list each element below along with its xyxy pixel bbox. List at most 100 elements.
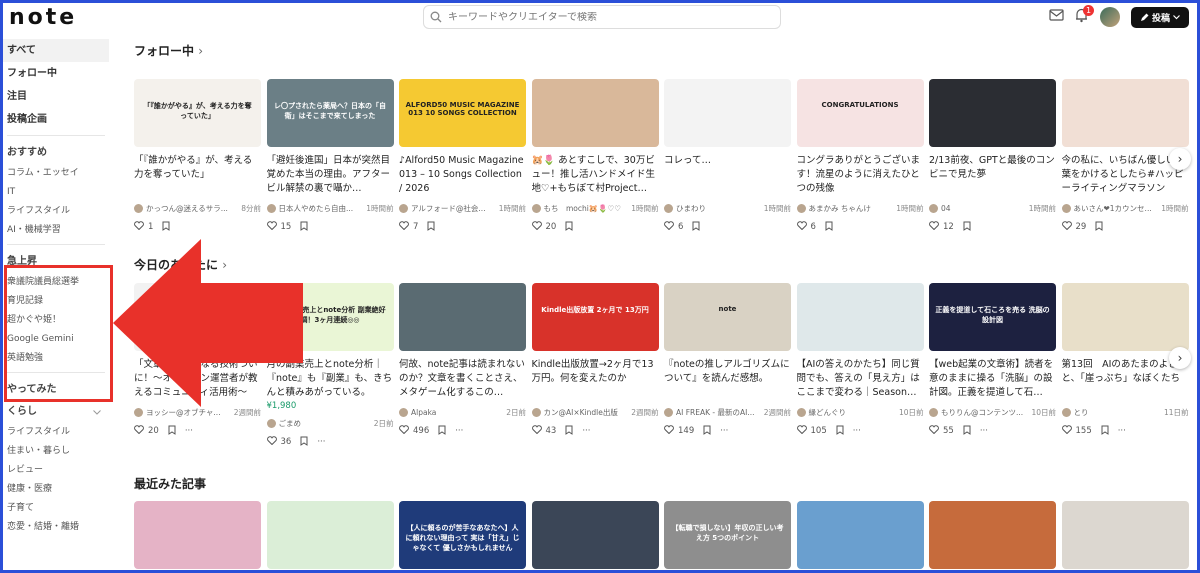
heart-icon[interactable] — [664, 425, 674, 437]
author-avatar[interactable] — [134, 203, 143, 213]
author-name[interactable]: かっつん@迷えるサラ... — [146, 203, 228, 214]
author-name[interactable]: ヨッシー@オブチャ... — [146, 407, 221, 418]
bookmark-icon[interactable] — [161, 221, 171, 234]
bookmark-icon[interactable] — [835, 425, 845, 438]
sidebar-item-review[interactable]: レビュー — [3, 461, 109, 480]
article-card[interactable] — [134, 501, 261, 569]
heart-icon[interactable] — [531, 221, 542, 233]
search-input[interactable] — [448, 11, 748, 23]
bookmark-icon[interactable] — [299, 436, 309, 449]
article-thumbnail[interactable]: CONGRATULATIONS — [796, 79, 924, 147]
scroll-right-button[interactable]: › — [1169, 148, 1191, 170]
sidebar-item-contests[interactable]: 投稿企画 — [3, 108, 109, 131]
article-thumbnail[interactable] — [1061, 283, 1189, 351]
heart-icon[interactable] — [266, 221, 277, 233]
post-button[interactable]: 投稿 — [1131, 7, 1189, 28]
article-title[interactable]: 「避妊後進国」日本が突然目覚めた本当の理由。アフタービル解禁の裏で囁か… — [267, 154, 394, 196]
article-card[interactable]: 【AIの答えのかたち】同じ質問でも、答えの「見え方」はここまで変わる｜Seaso… — [796, 283, 924, 438]
bookmark-icon[interactable] — [426, 221, 436, 234]
heart-icon[interactable] — [399, 221, 409, 233]
article-card[interactable] — [1061, 501, 1189, 569]
sidebar-item-lifestyle[interactable]: ライフスタイル — [3, 202, 109, 221]
author-avatar[interactable] — [664, 407, 673, 417]
article-title[interactable]: Kindle出版放置→2ヶ月で13万円。何を変えたのか — [532, 358, 659, 400]
author-name[interactable]: 縁どんぐり — [809, 407, 847, 418]
article-title[interactable]: コレって… — [664, 154, 791, 196]
article-card[interactable]: レ〇プされたら薬局へ？日本の「自衛」はそこまで来てしまった 「避妊後進国」日本が突… — [266, 79, 394, 234]
author-avatar[interactable] — [399, 203, 408, 213]
more-icon[interactable]: ··· — [317, 437, 325, 447]
article-thumbnail[interactable]: Kindle出版放置 2ヶ月で 13万円 — [531, 283, 659, 351]
heart-icon[interactable] — [796, 425, 807, 437]
article-thumbnail[interactable]: 「『誰かがやる』が、考える力を奪っていた」 — [134, 79, 261, 147]
author-avatar[interactable] — [1061, 203, 1071, 213]
author-avatar[interactable] — [1061, 407, 1071, 417]
author-avatar[interactable] — [664, 203, 673, 213]
author-avatar[interactable] — [399, 407, 408, 417]
bookmark-icon[interactable] — [1094, 221, 1104, 234]
article-thumbnail[interactable] — [1061, 501, 1189, 569]
author-name[interactable]: カン@AI×Kindle出版 — [544, 407, 618, 418]
article-thumbnail[interactable]: 【人に頼るのが苦手なあなたへ】人に頼れない理由って 実は「甘え」じゃなくて 優し… — [399, 501, 526, 569]
user-avatar[interactable] — [1100, 7, 1120, 27]
author-avatar[interactable] — [266, 418, 276, 428]
author-name[interactable]: Alpaka — [411, 408, 436, 417]
more-icon[interactable]: ··· — [185, 426, 193, 436]
article-card[interactable]: note 『noteの推しアルゴリズムについて』を読んだ感想。 AI FREAK -… — [664, 283, 791, 438]
bookmark-icon[interactable] — [962, 221, 972, 234]
article-thumbnail[interactable] — [1061, 79, 1189, 147]
article-title[interactable]: ♪Alford50 Music Magazine 013 – 10 Songs … — [399, 154, 526, 196]
article-title[interactable]: 2/13前夜、GPTと最後のコンビニで見た夢 — [929, 154, 1056, 196]
article-title[interactable]: 「『誰かがやる』が、考える力を奪っていた」 — [134, 154, 261, 196]
sidebar-item-following[interactable]: フォロー中 — [3, 62, 109, 85]
author-avatar[interactable] — [796, 203, 806, 213]
article-card[interactable]: CONGRATULATIONS コングラありがとうございます！流星のように消えたひ… — [796, 79, 924, 234]
article-card[interactable]: 🐹🌷 あとすこしで、30万ビュー！推し活ハンドメイド生地♡+もちぼて村Proje… — [531, 79, 659, 234]
author-name[interactable]: ごまめ — [279, 418, 302, 429]
sidebar-item-featured[interactable]: 注目 — [3, 85, 109, 108]
author-name[interactable]: もりりん@コンテンツ... — [941, 407, 1023, 418]
note-logo[interactable]: note — [9, 5, 77, 30]
article-thumbnail[interactable]: 【転職で損しない】年収の正しい考え方 5つのポイント — [664, 501, 791, 569]
article-thumbnail[interactable] — [399, 283, 526, 351]
author-name[interactable]: AI FREAK - 最新のAI... — [676, 407, 755, 418]
author-avatar[interactable] — [134, 407, 143, 417]
bookmark-icon[interactable] — [824, 221, 834, 234]
author-name[interactable]: アルフォード@社会... — [411, 203, 486, 214]
article-card[interactable]: コレって… ひまわり 1時間前 6 — [664, 79, 791, 234]
sidebar-item-all[interactable]: すべて — [3, 39, 109, 62]
article-title[interactable]: コングラありがとうございます！流星のように消えたひとつの残像 — [797, 154, 924, 196]
article-card[interactable] — [796, 501, 924, 569]
author-avatar[interactable] — [531, 203, 541, 213]
author-avatar[interactable] — [531, 407, 541, 417]
bookmark-icon[interactable] — [564, 425, 574, 438]
heart-icon[interactable] — [531, 425, 542, 437]
article-title[interactable]: 第13回 AIのあたまのよさと、「崖っぷち」なぼくたち — [1062, 358, 1189, 400]
author-name[interactable]: もち mochi🐹🌷♡♡ — [544, 203, 621, 214]
article-thumbnail[interactable] — [266, 501, 394, 569]
bookmark-icon[interactable] — [437, 425, 447, 438]
article-card[interactable]: Kindle出版放置 2ヶ月で 13万円 Kindle出版放置→2ヶ月で13万円。… — [531, 283, 659, 438]
scroll-right-button[interactable]: › — [1169, 347, 1191, 369]
article-title[interactable]: 【web起業の文章術】読者を意のままに操る「洗脳」の設計図。正義を提道して石… — [929, 358, 1056, 400]
heart-icon[interactable] — [399, 425, 409, 437]
heart-icon[interactable] — [929, 425, 939, 437]
sidebar-heading-kurashi[interactable]: くらし — [3, 401, 109, 423]
article-card[interactable] — [929, 501, 1056, 569]
article-card[interactable]: 正義を提道して石ころを売る 洗脳の設計図 【web起業の文章術】読者を意のままに操… — [929, 283, 1056, 438]
author-avatar[interactable] — [929, 203, 938, 213]
article-thumbnail[interactable] — [929, 79, 1056, 147]
bookmark-icon[interactable] — [702, 425, 712, 438]
article-thumbnail[interactable] — [929, 501, 1056, 569]
article-thumbnail[interactable]: note — [664, 283, 791, 351]
article-thumbnail[interactable] — [134, 501, 261, 569]
bookmark-icon[interactable] — [299, 221, 309, 234]
heart-icon[interactable] — [1061, 221, 1072, 233]
author-name[interactable]: とり — [1074, 407, 1089, 418]
bookmark-icon[interactable] — [1100, 425, 1110, 438]
sidebar-heading-recommend[interactable]: おすすめ — [3, 142, 109, 164]
article-thumbnail[interactable] — [531, 79, 659, 147]
author-name[interactable]: あまかみ ちゃんけ — [809, 203, 871, 214]
heart-icon[interactable] — [266, 436, 277, 448]
article-title[interactable]: 『noteの推しアルゴリズムについて』を読んだ感想。 — [664, 358, 791, 400]
